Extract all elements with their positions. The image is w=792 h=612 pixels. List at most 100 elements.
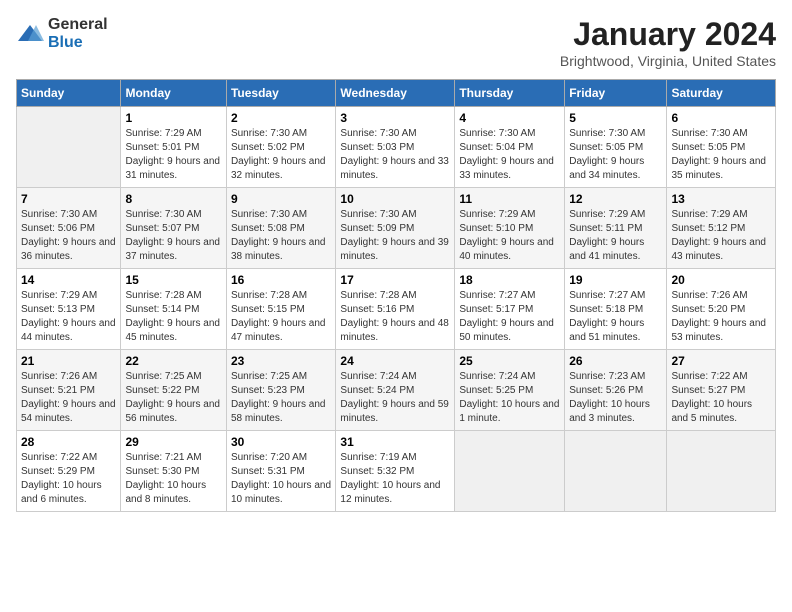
calendar-cell: 11Sunrise: 7:29 AMSunset: 5:10 PMDayligh… bbox=[455, 188, 565, 269]
day-info: Sunrise: 7:28 AMSunset: 5:16 PMDaylight:… bbox=[340, 289, 450, 345]
calendar-cell: 3 Sunrise: 7:30 AMSunset: 5:03 PMDaylight… bbox=[336, 107, 455, 188]
logo-text: General Blue bbox=[48, 16, 108, 52]
col-header-friday: Friday bbox=[565, 80, 667, 107]
day-info: Sunrise: 7:30 AMSunset: 5:04 PMDaylight:… bbox=[459, 127, 560, 183]
day-info: Sunrise: 7:19 AMSunset: 5:32 PMDaylight:… bbox=[340, 451, 450, 507]
calendar-cell: 4 Sunrise: 7:30 AMSunset: 5:04 PMDaylight… bbox=[455, 107, 565, 188]
day-number: 22 bbox=[125, 354, 221, 368]
col-header-tuesday: Tuesday bbox=[226, 80, 335, 107]
day-info: Sunrise: 7:27 AMSunset: 5:18 PMDaylight:… bbox=[569, 289, 662, 345]
calendar-cell: 5Sunrise: 7:30 AMSunset: 5:05 PMDaylight… bbox=[565, 107, 667, 188]
day-number: 11 bbox=[459, 192, 560, 206]
day-number: 3 bbox=[340, 111, 450, 125]
calendar-table: SundayMondayTuesdayWednesdayThursdayFrid… bbox=[16, 79, 776, 512]
col-header-wednesday: Wednesday bbox=[336, 80, 455, 107]
calendar-cell: 28 Sunrise: 7:22 AMSunset: 5:29 PMDayligh… bbox=[17, 431, 121, 512]
calendar-cell: 21 Sunrise: 7:26 AMSunset: 5:21 PMDayligh… bbox=[17, 350, 121, 431]
day-info: Sunrise: 7:28 AMSunset: 5:14 PMDaylight:… bbox=[125, 289, 221, 345]
calendar-cell bbox=[667, 431, 776, 512]
day-number: 15 bbox=[125, 273, 221, 287]
col-header-thursday: Thursday bbox=[455, 80, 565, 107]
calendar-cell: 13 Sunrise: 7:29 AMSunset: 5:12 PMDayligh… bbox=[667, 188, 776, 269]
day-number: 20 bbox=[671, 273, 771, 287]
day-info: Sunrise: 7:30 AMSunset: 5:07 PMDaylight:… bbox=[125, 208, 221, 264]
day-info: Sunrise: 7:26 AMSunset: 5:20 PMDaylight:… bbox=[671, 289, 771, 345]
day-info: Sunrise: 7:30 AMSunset: 5:06 PMDaylight:… bbox=[21, 208, 116, 264]
calendar-cell: 1 Sunrise: 7:29 AMSunset: 5:01 PMDaylight… bbox=[121, 107, 226, 188]
day-number: 28 bbox=[21, 435, 116, 449]
week-row-0: 1 Sunrise: 7:29 AMSunset: 5:01 PMDaylight… bbox=[17, 107, 776, 188]
calendar-cell: 20 Sunrise: 7:26 AMSunset: 5:20 PMDayligh… bbox=[667, 269, 776, 350]
day-number: 12 bbox=[569, 192, 662, 206]
calendar-cell: 24 Sunrise: 7:24 AMSunset: 5:24 PMDayligh… bbox=[336, 350, 455, 431]
day-number: 21 bbox=[21, 354, 116, 368]
col-header-sunday: Sunday bbox=[17, 80, 121, 107]
day-info: Sunrise: 7:28 AMSunset: 5:15 PMDaylight:… bbox=[231, 289, 331, 345]
day-number: 6 bbox=[671, 111, 771, 125]
calendar-cell: 22Sunrise: 7:25 AMSunset: 5:22 PMDayligh… bbox=[121, 350, 226, 431]
day-number: 9 bbox=[231, 192, 331, 206]
day-info: Sunrise: 7:30 AMSunset: 5:03 PMDaylight:… bbox=[340, 127, 450, 183]
calendar-cell bbox=[455, 431, 565, 512]
subtitle: Brightwood, Virginia, United States bbox=[560, 53, 776, 69]
calendar-cell: 10Sunrise: 7:30 AMSunset: 5:09 PMDayligh… bbox=[336, 188, 455, 269]
calendar-cell: 19 Sunrise: 7:27 AMSunset: 5:18 PMDayligh… bbox=[565, 269, 667, 350]
calendar-cell: 31 Sunrise: 7:19 AMSunset: 5:32 PMDayligh… bbox=[336, 431, 455, 512]
day-info: Sunrise: 7:30 AMSunset: 5:05 PMDaylight:… bbox=[569, 127, 662, 183]
calendar-cell: 17 Sunrise: 7:28 AMSunset: 5:16 PMDayligh… bbox=[336, 269, 455, 350]
day-number: 19 bbox=[569, 273, 662, 287]
day-number: 31 bbox=[340, 435, 450, 449]
logo-general: General bbox=[48, 16, 108, 33]
day-info: Sunrise: 7:25 AMSunset: 5:23 PMDaylight:… bbox=[231, 370, 331, 426]
calendar-cell bbox=[565, 431, 667, 512]
logo-icon bbox=[16, 23, 44, 45]
day-number: 23 bbox=[231, 354, 331, 368]
main-title: January 2024 bbox=[560, 16, 776, 53]
calendar-cell: 7 Sunrise: 7:30 AMSunset: 5:06 PMDaylight… bbox=[17, 188, 121, 269]
day-number: 17 bbox=[340, 273, 450, 287]
day-info: Sunrise: 7:24 AMSunset: 5:25 PMDaylight:… bbox=[459, 370, 560, 426]
day-info: Sunrise: 7:30 AMSunset: 5:05 PMDaylight:… bbox=[671, 127, 771, 183]
day-info: Sunrise: 7:29 AMSunset: 5:13 PMDaylight:… bbox=[21, 289, 116, 345]
calendar-cell: 15 Sunrise: 7:28 AMSunset: 5:14 PMDayligh… bbox=[121, 269, 226, 350]
day-info: Sunrise: 7:22 AMSunset: 5:29 PMDaylight:… bbox=[21, 451, 116, 507]
day-number: 26 bbox=[569, 354, 662, 368]
day-number: 27 bbox=[671, 354, 771, 368]
col-header-saturday: Saturday bbox=[667, 80, 776, 107]
day-info: Sunrise: 7:22 AMSunset: 5:27 PMDaylight:… bbox=[671, 370, 771, 426]
day-info: Sunrise: 7:29 AMSunset: 5:01 PMDaylight:… bbox=[125, 127, 221, 183]
day-number: 7 bbox=[21, 192, 116, 206]
day-number: 16 bbox=[231, 273, 331, 287]
day-info: Sunrise: 7:27 AMSunset: 5:17 PMDaylight:… bbox=[459, 289, 560, 345]
day-info: Sunrise: 7:26 AMSunset: 5:21 PMDaylight:… bbox=[21, 370, 116, 426]
day-info: Sunrise: 7:21 AMSunset: 5:30 PMDaylight:… bbox=[125, 451, 221, 507]
day-info: Sunrise: 7:29 AMSunset: 5:12 PMDaylight:… bbox=[671, 208, 771, 264]
week-row-4: 28 Sunrise: 7:22 AMSunset: 5:29 PMDayligh… bbox=[17, 431, 776, 512]
calendar-cell: 29Sunrise: 7:21 AMSunset: 5:30 PMDayligh… bbox=[121, 431, 226, 512]
day-number: 24 bbox=[340, 354, 450, 368]
day-info: Sunrise: 7:24 AMSunset: 5:24 PMDaylight:… bbox=[340, 370, 450, 426]
day-number: 1 bbox=[125, 111, 221, 125]
calendar-cell: 30Sunrise: 7:20 AMSunset: 5:31 PMDayligh… bbox=[226, 431, 335, 512]
day-number: 2 bbox=[231, 111, 331, 125]
calendar-cell bbox=[17, 107, 121, 188]
calendar-cell: 2Sunrise: 7:30 AMSunset: 5:02 PMDaylight… bbox=[226, 107, 335, 188]
col-header-monday: Monday bbox=[121, 80, 226, 107]
day-number: 4 bbox=[459, 111, 560, 125]
header-row: SundayMondayTuesdayWednesdayThursdayFrid… bbox=[17, 80, 776, 107]
day-info: Sunrise: 7:23 AMSunset: 5:26 PMDaylight:… bbox=[569, 370, 662, 426]
day-number: 14 bbox=[21, 273, 116, 287]
week-row-3: 21 Sunrise: 7:26 AMSunset: 5:21 PMDayligh… bbox=[17, 350, 776, 431]
calendar-cell: 26 Sunrise: 7:23 AMSunset: 5:26 PMDayligh… bbox=[565, 350, 667, 431]
week-row-1: 7 Sunrise: 7:30 AMSunset: 5:06 PMDaylight… bbox=[17, 188, 776, 269]
calendar-cell: 6 Sunrise: 7:30 AMSunset: 5:05 PMDaylight… bbox=[667, 107, 776, 188]
day-number: 18 bbox=[459, 273, 560, 287]
day-number: 30 bbox=[231, 435, 331, 449]
header: General Blue January 2024 Brightwood, Vi… bbox=[16, 16, 776, 69]
day-number: 8 bbox=[125, 192, 221, 206]
logo-blue: Blue bbox=[48, 34, 83, 51]
day-info: Sunrise: 7:29 AMSunset: 5:11 PMDaylight:… bbox=[569, 208, 662, 264]
day-number: 13 bbox=[671, 192, 771, 206]
day-info: Sunrise: 7:30 AMSunset: 5:08 PMDaylight:… bbox=[231, 208, 331, 264]
week-row-2: 14 Sunrise: 7:29 AMSunset: 5:13 PMDayligh… bbox=[17, 269, 776, 350]
